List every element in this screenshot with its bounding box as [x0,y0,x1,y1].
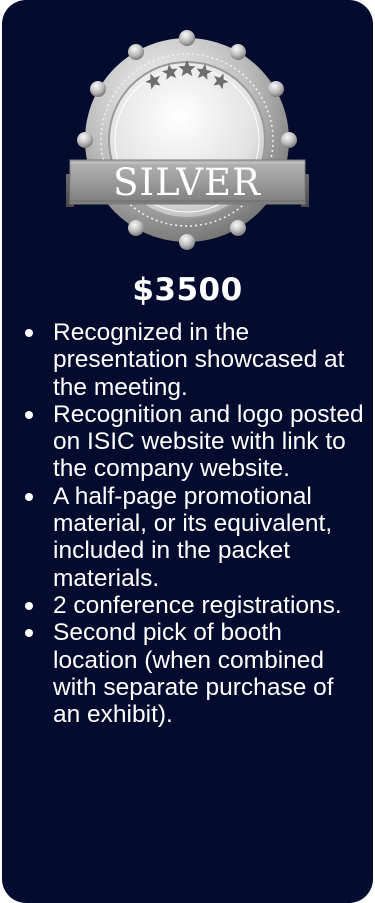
bullet-icon [25,492,33,501]
tier-name: SILVER [113,161,261,204]
silver-medal-badge: SILVER [66,30,309,250]
benefit-text: Recognition and logo posted on ISIC webs… [53,400,364,483]
list-item: Recognition and logo posted on ISIC webs… [2,401,373,483]
bullet-icon [25,629,33,638]
bullet-icon [25,601,33,610]
list-item: A half-page promotional material, or its… [2,483,373,592]
bullet-icon [25,410,33,419]
list-item: 2 conference registrations. [2,592,373,619]
benefit-text: A half-page promotional material, or its… [53,482,333,592]
benefit-text: Second pick of booth location (when comb… [53,619,334,729]
benefit-text: Recognized in the presentation showcased… [53,319,345,401]
benefits-list: Recognized in the presentation showcased… [2,319,373,728]
list-item: Recognized in the presentation showcased… [2,319,373,401]
sponsorship-card: SILVER $3500 Recognized in the presentat… [2,0,373,903]
list-item: Second pick of booth location (when comb… [2,619,373,728]
bullet-icon [25,329,33,337]
tier-price: $3500 [132,272,243,308]
ribbon-banner: SILVER [66,159,309,207]
benefit-text: 2 conference registrations. [53,591,342,619]
